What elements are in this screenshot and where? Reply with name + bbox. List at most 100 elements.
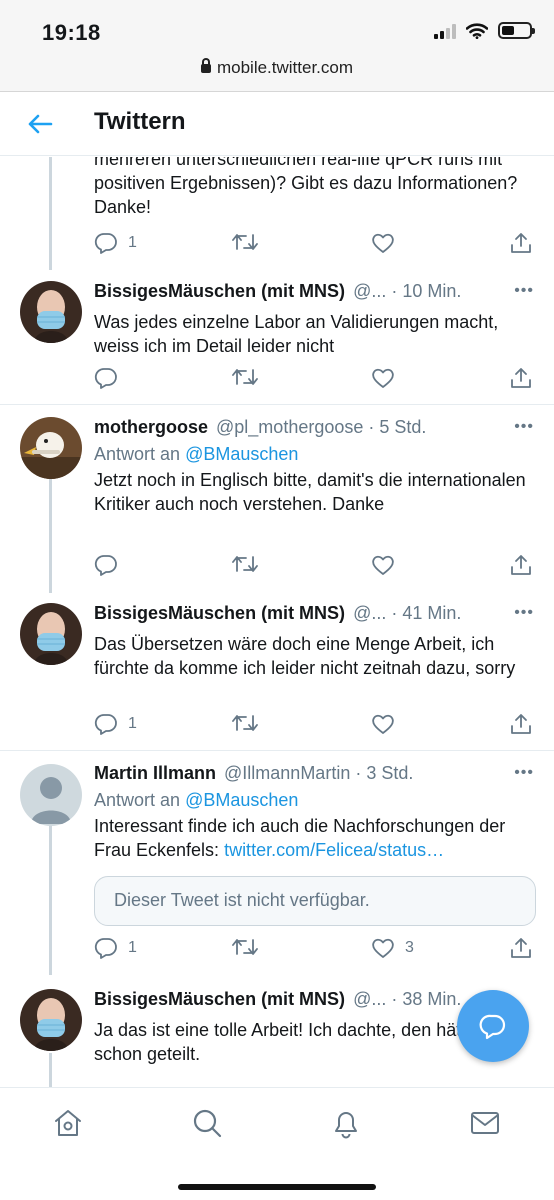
url-bar[interactable]: mobile.twitter.com xyxy=(0,58,554,78)
tweet-text: Das Übersetzen wäre doch eine Menge Arbe… xyxy=(94,634,516,678)
thread-line xyxy=(49,826,52,975)
retweet-icon xyxy=(232,369,258,385)
more-button[interactable]: ••• xyxy=(514,282,534,300)
home-indicator xyxy=(178,1184,376,1190)
reply-count: 1 xyxy=(128,234,137,251)
more-button[interactable]: ••• xyxy=(514,418,534,436)
tweet-actions xyxy=(94,554,534,580)
status-time: 19:18 xyxy=(42,20,101,45)
retweet-button[interactable] xyxy=(232,937,258,957)
nav-messages[interactable] xyxy=(468,1106,502,1140)
share-button[interactable] xyxy=(510,937,532,959)
reply-handle-link[interactable]: @BMauschen xyxy=(185,444,298,464)
share-button[interactable] xyxy=(510,367,532,389)
search-icon xyxy=(193,1109,222,1138)
tweet-meta: @... · 41 Min. xyxy=(353,603,462,623)
nav-home[interactable] xyxy=(51,1106,85,1140)
signal-icon xyxy=(434,23,456,39)
reply-button[interactable] xyxy=(94,554,128,576)
tweet-link[interactable]: twitter.com/Felicea/status… xyxy=(224,840,444,860)
tweet-meta: @... · 38 Min. xyxy=(353,989,462,1009)
compose-button[interactable] xyxy=(457,990,529,1062)
author-name[interactable]: BissigesMäuschen (mit MNS) xyxy=(94,281,345,302)
reply-button[interactable]: 1 xyxy=(94,937,137,959)
tweet-item[interactable]: BissigesMäuschen (mit MNS) @... · 10 Min.… xyxy=(0,270,554,405)
like-button[interactable]: 3 xyxy=(371,937,414,959)
bell-icon xyxy=(335,1112,357,1139)
reply-prefix: Antwort an xyxy=(94,790,181,810)
page-title: Twittern xyxy=(94,108,186,135)
tweet-meta: @pl_mothergoose · 5 Std. xyxy=(216,417,427,437)
share-button[interactable] xyxy=(510,232,532,254)
tweet-actions: 1 xyxy=(94,713,534,739)
author-name[interactable]: Martin Illmann xyxy=(94,763,216,784)
share-icon xyxy=(511,938,531,958)
reply-button[interactable]: 1 xyxy=(94,232,137,254)
avatar[interactable] xyxy=(20,417,82,479)
nav-notifications[interactable] xyxy=(329,1106,363,1140)
retweet-button[interactable] xyxy=(232,713,258,733)
heart-icon xyxy=(372,233,394,253)
reply-icon xyxy=(94,714,117,735)
reply-button[interactable] xyxy=(94,367,128,389)
tweet-item[interactable]: mothergoose @pl_mothergoose · 5 Std. Antw… xyxy=(0,406,554,593)
tweet-actions: 1 3 xyxy=(94,937,534,963)
tweet-meta: @IllmannMartin · 3 Std. xyxy=(224,763,414,783)
like-button[interactable] xyxy=(371,367,405,389)
avatar[interactable] xyxy=(20,281,82,343)
status-icons xyxy=(434,22,535,39)
avatar[interactable] xyxy=(20,603,82,665)
like-button[interactable] xyxy=(371,554,405,576)
tweet-text: mehreren unterschiedlichen real-life qPC… xyxy=(94,157,518,217)
like-button[interactable] xyxy=(371,232,405,254)
reply-context: Antwort an @BMauschen xyxy=(94,444,536,465)
tweet-item[interactable]: Martin Illmann @IllmannMartin · 3 Std. An… xyxy=(0,752,554,975)
tweet-item[interactable]: BissigesMäuschen (mit MNS) @... · 41 Min.… xyxy=(0,593,554,751)
reply-count: 1 xyxy=(128,715,137,732)
share-button[interactable] xyxy=(510,713,532,735)
share-icon xyxy=(511,368,531,388)
status-bar: 19:18 mobile.twitter.com xyxy=(0,0,554,92)
avatar[interactable] xyxy=(20,764,82,826)
more-button[interactable]: ••• xyxy=(514,604,534,622)
share-icon xyxy=(511,714,531,734)
author-name[interactable]: BissigesMäuschen (mit MNS) xyxy=(94,989,345,1010)
retweet-icon xyxy=(232,556,258,572)
more-button[interactable]: ••• xyxy=(514,764,534,782)
quoted-tweet-unavailable[interactable]: Dieser Tweet ist nicht verfügbar. xyxy=(94,876,536,926)
compose-icon xyxy=(479,1014,506,1040)
author-name[interactable]: BissigesMäuschen (mit MNS) xyxy=(94,603,345,624)
mail-icon xyxy=(471,1112,499,1134)
thread-line xyxy=(49,1053,52,1087)
heart-icon xyxy=(372,938,394,958)
tweet-actions xyxy=(94,367,534,393)
author-name[interactable]: mothergoose xyxy=(94,417,208,438)
reply-handle-link[interactable]: @BMauschen xyxy=(185,790,298,810)
home-icon xyxy=(55,1110,81,1136)
avatar[interactable] xyxy=(20,989,82,1051)
heart-icon xyxy=(372,714,394,734)
lock-icon xyxy=(200,58,211,73)
tweet-meta: @... · 10 Min. xyxy=(353,281,462,301)
tweet-timeline[interactable]: mehreren unterschiedlichen real-life qPC… xyxy=(0,157,554,1087)
like-count: 3 xyxy=(405,939,414,956)
reply-icon xyxy=(94,368,117,389)
retweet-button[interactable] xyxy=(232,554,258,574)
reply-context: Antwort an @BMauschen xyxy=(94,790,536,811)
thread-line xyxy=(49,157,52,270)
share-button[interactable] xyxy=(510,554,532,576)
tweet-item[interactable]: mehreren unterschiedlichen real-life qPC… xyxy=(0,157,554,270)
share-icon xyxy=(511,555,531,575)
url-text: mobile.twitter.com xyxy=(216,58,354,77)
tweet-text: Jetzt noch in Englisch bitte, damit's di… xyxy=(94,470,526,514)
like-button[interactable] xyxy=(371,713,405,735)
heart-icon xyxy=(372,555,394,575)
retweet-button[interactable] xyxy=(232,367,258,387)
wifi-icon xyxy=(466,22,488,39)
reply-prefix: Antwort an xyxy=(94,444,181,464)
top-header: Twittern xyxy=(0,92,554,156)
back-button[interactable] xyxy=(24,108,56,140)
nav-search[interactable] xyxy=(190,1106,224,1140)
reply-button[interactable]: 1 xyxy=(94,713,137,735)
retweet-button[interactable] xyxy=(232,232,258,252)
